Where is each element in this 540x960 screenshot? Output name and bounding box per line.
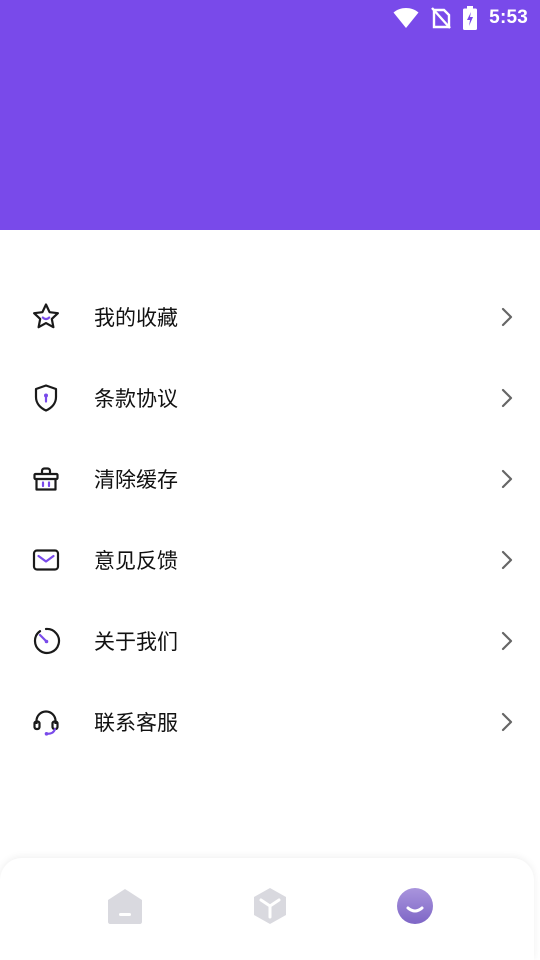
status-time: 5:53 — [489, 7, 528, 28]
tab-cube[interactable] — [250, 886, 290, 926]
home-icon — [108, 889, 142, 924]
settings-menu: 我的收藏 条款协议 清除缓存 意见反馈 关于我们 联系客服 — [0, 276, 540, 762]
basket-icon — [30, 463, 62, 495]
no-sim-icon — [431, 7, 452, 29]
chevron-right-icon — [500, 469, 514, 489]
profile-icon — [397, 888, 433, 924]
menu-item-label: 条款协议 — [94, 386, 178, 411]
wifi-icon — [393, 7, 419, 29]
menu-item-about-us[interactable]: 关于我们 — [0, 600, 540, 681]
menu-item-label: 我的收藏 — [94, 305, 178, 330]
bottom-tab-bar — [0, 858, 534, 960]
menu-item-terms[interactable]: 条款协议 — [0, 357, 540, 438]
chevron-right-icon — [500, 550, 514, 570]
mail-icon — [30, 544, 62, 576]
chevron-right-icon — [500, 388, 514, 408]
menu-item-clear-cache[interactable]: 清除缓存 — [0, 438, 540, 519]
menu-item-label: 联系客服 — [94, 710, 178, 735]
tab-home[interactable] — [105, 886, 145, 926]
chevron-right-icon — [500, 631, 514, 651]
tab-profile[interactable] — [395, 886, 435, 926]
profile-header: 5:53 — [0, 0, 540, 230]
status-bar: 5:53 — [393, 0, 540, 36]
menu-item-label: 清除缓存 — [94, 467, 178, 492]
chevron-right-icon — [500, 307, 514, 327]
shield-icon — [30, 382, 62, 414]
menu-item-label: 关于我们 — [94, 629, 178, 654]
menu-item-label: 意见反馈 — [94, 548, 178, 573]
star-icon — [30, 301, 62, 333]
chevron-right-icon — [500, 712, 514, 732]
battery-charging-icon — [463, 6, 478, 30]
menu-item-feedback[interactable]: 意见反馈 — [0, 519, 540, 600]
menu-item-contact-support[interactable]: 联系客服 — [0, 681, 540, 762]
menu-item-favorites[interactable]: 我的收藏 — [0, 276, 540, 357]
cube-icon — [254, 888, 286, 924]
clock-icon — [30, 625, 62, 657]
headset-icon — [30, 706, 62, 738]
